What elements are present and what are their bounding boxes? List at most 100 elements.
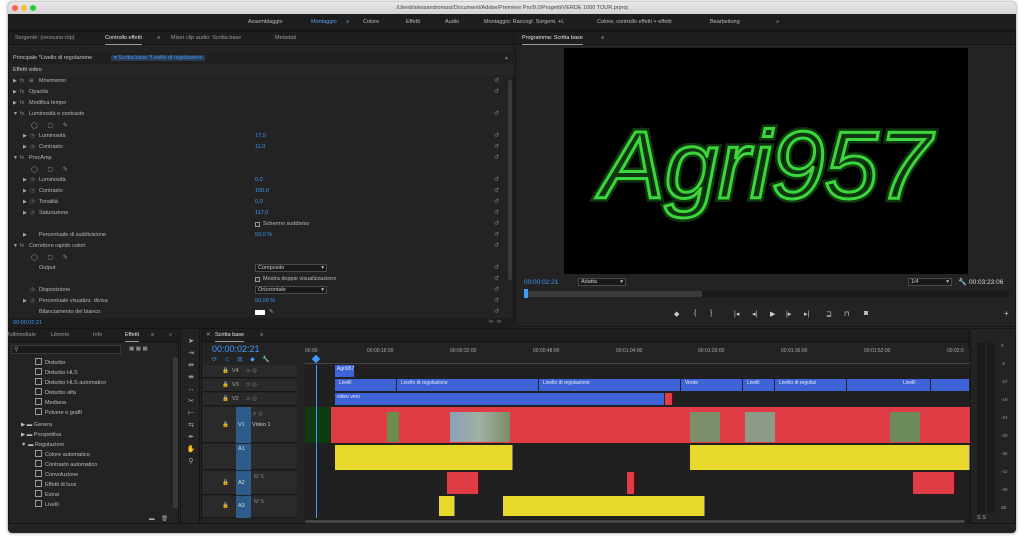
- step-forward-icon[interactable]: |▸: [786, 310, 791, 318]
- fx-param-perc-suddivisione[interactable]: ▶ Percentuale di suddivisione 50,0 % ↺: [9, 230, 502, 241]
- new-folder-icon[interactable]: ▬: [149, 516, 155, 522]
- list-item[interactable]: Disturbo HLS: [35, 368, 78, 378]
- clip-livello-regolazione[interactable]: Livello di regolazione: [399, 379, 539, 391]
- close-window-button[interactable]: [12, 5, 18, 11]
- hand-tool-icon[interactable]: ✋: [186, 445, 196, 455]
- fx-param-pa-lum[interactable]: ▶ ◷ Luminosità 0,0 ↺: [9, 175, 502, 186]
- audio-clip-a3-1[interactable]: [439, 496, 455, 516]
- output-dropdown[interactable]: Composito ▾: [255, 264, 327, 272]
- program-menu-icon[interactable]: ≡: [601, 32, 604, 45]
- effects-search-input[interactable]: ⚲: [11, 345, 121, 354]
- track-header-a2[interactable]: A2 🔒 M S: [202, 471, 297, 495]
- fx-param-bilanciamento[interactable]: Bilanciamento del bianco ✎ ↺: [9, 307, 502, 318]
- tab-mixer-clip-audio[interactable]: Mixer clip audio: Scritta base: [171, 32, 241, 45]
- list-item[interactable]: Convoluzione: [35, 470, 78, 480]
- marker-icon[interactable]: ◆: [674, 310, 679, 318]
- timeline-menu-icon[interactable]: ≡: [260, 329, 263, 342]
- fx-param-pa-con[interactable]: ▶ ◷ Contrasto 100,0 ↺: [9, 186, 502, 197]
- clip-livello-regolazione-2[interactable]: Livello di regolazione: [541, 379, 681, 391]
- program-timecode[interactable]: 00:00:02:21: [524, 279, 558, 286]
- tab-librerie[interactable]: Librerie: [51, 329, 69, 342]
- clip-v2-red[interactable]: [665, 393, 673, 405]
- track-header-v1[interactable]: V1 Video 1 🔒 ⊃ ◎: [202, 407, 297, 443]
- fx-param-schermo-suddiviso[interactable]: Schermo suddiviso ↺: [9, 219, 502, 230]
- fx-param-tonalita[interactable]: ▶ ◷ Tonalità 0,0 ↺: [9, 197, 502, 208]
- solo-buttons[interactable]: S S: [977, 515, 986, 521]
- timeline-h-scrollbar[interactable]: [305, 519, 970, 524]
- clip-title-agri957[interactable]: Agri957: [335, 365, 355, 377]
- fit-dropdown[interactable]: Adatta ▾: [578, 278, 626, 286]
- fx-collapse-icon[interactable]: ▴: [505, 55, 508, 61]
- list-item[interactable]: Contrasto automatico: [35, 460, 97, 470]
- track-select-tool-icon[interactable]: ⇥: [186, 349, 196, 359]
- mark-in-icon[interactable]: {: [694, 310, 696, 317]
- workspace-menu-icon[interactable]: ≡: [346, 14, 349, 31]
- playhead-handle[interactable]: [311, 354, 321, 364]
- fx-param-disposizione[interactable]: ◷ Disposizione Orizzontale ▾ ↺: [9, 285, 502, 296]
- export-frame-icon[interactable]: ◙: [864, 310, 868, 317]
- workspace-colore-controllo[interactable]: Colore, controllo effetti + effetti: [597, 14, 672, 31]
- list-item[interactable]: Disturbo HLS automatico: [35, 378, 106, 388]
- workspace-bearbeitung[interactable]: Bearbeitung: [710, 14, 740, 31]
- go-to-in-icon[interactable]: |◂: [734, 310, 739, 318]
- folder-regolazioni[interactable]: ▼ ▬ Regolazioni: [21, 440, 64, 450]
- clip-livelli-2[interactable]: Livelli: [745, 379, 775, 391]
- list-item[interactable]: Effetti di luce: [35, 480, 76, 490]
- mark-out-icon[interactable]: }: [710, 310, 712, 317]
- workspace-raccogl[interactable]: Montaggio: Raccogl. Sorgent. +L: [484, 14, 564, 31]
- list-item[interactable]: Polvere e graffi: [35, 408, 82, 418]
- fx-row-opacita[interactable]: ▶ fx Opacità ↺: [9, 87, 502, 98]
- fx-row-procamp[interactable]: ▼ fx ProcAmp ↺: [9, 153, 502, 164]
- track-header-v3[interactable]: V3 🔒 ⊃ ◎: [202, 379, 297, 392]
- list-item[interactable]: Estrai: [35, 490, 59, 500]
- tab-metadati[interactable]: Metadati: [275, 32, 296, 45]
- effects-scrollbar[interactable]: [173, 358, 178, 508]
- disposizione-dropdown[interactable]: Orizzontale ▾: [255, 286, 327, 294]
- tab-menu-icon[interactable]: ≡: [157, 32, 160, 45]
- workspace-assemblaggio[interactable]: Assemblaggio: [248, 14, 283, 31]
- step-back-icon[interactable]: ◂|: [752, 310, 757, 318]
- minimize-window-button[interactable]: [21, 5, 27, 11]
- fx-row-correttore[interactable]: ▼ fx Correttore rapido colori ↺: [9, 241, 502, 252]
- track-header-a3[interactable]: A3 🔒 M S: [202, 496, 297, 518]
- folder-genera[interactable]: ▶ ▬ Genera: [21, 420, 52, 430]
- timeline-ruler[interactable]: 00:00 00:00:16:00 00:00:32:00 00:00:48:0…: [305, 348, 970, 364]
- rolling-edit-tool-icon[interactable]: ⇼: [186, 373, 196, 383]
- fx-scrollbar[interactable]: [508, 80, 512, 280]
- effetti-menu-icon[interactable]: ≡: [151, 329, 154, 342]
- audio-clip-a1-1[interactable]: [335, 445, 513, 470]
- fx-param-perc-visual[interactable]: ▶ ◷ Percentuale visualizz. divisa 50,00 % ↺: [9, 296, 502, 307]
- timeline-tool-icons[interactable]: ⟳ ⊂ ⊟ ◆ 🔧: [212, 356, 273, 363]
- clip-thumbnail-title[interactable]: [305, 407, 331, 443]
- rate-stretch-tool-icon[interactable]: ↔: [186, 385, 196, 395]
- fx-master-clip[interactable]: Principale *Livello di regolazione: [13, 55, 92, 61]
- program-playhead[interactable]: [524, 289, 528, 298]
- workspace-colore[interactable]: Colore: [363, 14, 379, 31]
- list-item[interactable]: Disturbo: [35, 358, 65, 368]
- zoom-tool-icon[interactable]: ⚲: [186, 457, 196, 467]
- fx-mask-icons[interactable]: ◯ ▢ ✎: [9, 120, 502, 131]
- preset-filter-icons[interactable]: ▦ ▦ ▦: [129, 346, 148, 352]
- folder-prospettiva[interactable]: ▶ ▬ Prospettiva: [21, 430, 61, 440]
- razor-tool-icon[interactable]: ✂: [186, 397, 196, 407]
- wrench-icon[interactable]: 🔧: [958, 278, 967, 286]
- ripple-edit-tool-icon[interactable]: ⇹: [186, 361, 196, 371]
- audio-clip-a2-1[interactable]: [447, 472, 479, 494]
- tab-multimediale[interactable]: Multimediale: [8, 329, 36, 342]
- audio-clip-a1-2[interactable]: [690, 445, 970, 470]
- slip-tool-icon[interactable]: ⊢: [186, 409, 196, 419]
- zoom-window-button[interactable]: [30, 5, 36, 11]
- list-item[interactable]: Disturbo alfa: [35, 388, 76, 398]
- workspace-audio[interactable]: Audio: [445, 14, 459, 31]
- extract-icon[interactable]: ⊓: [844, 310, 849, 318]
- v1-track-clips[interactable]: [305, 407, 970, 443]
- tab-info[interactable]: Info: [93, 329, 102, 342]
- checkbox-schermo-suddiviso[interactable]: [255, 222, 260, 227]
- track-header-v4[interactable]: V4 🔒 ⊃ ◎: [202, 365, 297, 378]
- clip-livello-regolaz[interactable]: Livello di regolaz: [777, 379, 847, 391]
- fx-row-movimento[interactable]: ▶ fx ⊞ Movimento ↺: [9, 76, 502, 87]
- add-button-icon[interactable]: +: [1004, 309, 1009, 318]
- tab-programma[interactable]: Programma: Scritta base: [522, 32, 583, 45]
- fx-mask-icons-2[interactable]: ◯ ▢ ✎: [9, 164, 502, 175]
- clip-livelli-3[interactable]: Livelli: [901, 379, 931, 391]
